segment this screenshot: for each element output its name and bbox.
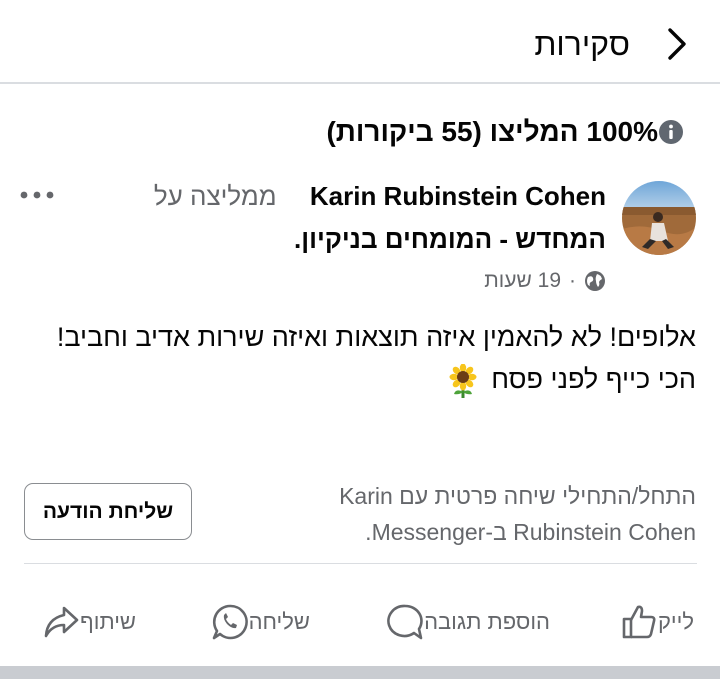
more-options-icon (20, 191, 54, 199)
post-time[interactable]: 19 שעות (484, 269, 561, 293)
comment-button[interactable]: הוספת תגובה (376, 596, 550, 648)
top-bar: סקירות (0, 0, 720, 84)
back-button[interactable] (662, 24, 692, 64)
messenger-prompt: התחל/התחילי שיחה פרטית עם Karin Rubinste… (276, 478, 696, 550)
send-label: שליחה (248, 609, 310, 634)
send-message-button[interactable]: שליחת הודעה (24, 483, 192, 540)
post-meta: 19 שעות · (484, 266, 606, 296)
like-button[interactable]: לייק (610, 596, 694, 648)
feed-separator (0, 666, 720, 679)
author-name[interactable]: Karin Rubinstein Cohen (310, 181, 606, 211)
page-title: סקירות (534, 26, 630, 62)
more-options-button[interactable] (18, 180, 60, 210)
info-icon[interactable] (658, 119, 684, 145)
post-text-line-2-text: הכי כייף לפני פסח (491, 364, 696, 394)
post-text-line-2: הכי כייף לפני פסח (36, 358, 696, 400)
globe-icon (585, 271, 605, 291)
meta-separator: · (569, 269, 576, 292)
share-label: שיתוף (80, 609, 136, 634)
recommended-page-link[interactable]: המחדש - המומחים בניקיון (301, 224, 606, 254)
messenger-prompt-line: התחל/התחילי שיחה פרטית עם Karin (339, 483, 696, 509)
recommendation-summary: 100% המליצו (55 ביקורות) (326, 112, 696, 152)
whatsapp-icon (212, 604, 248, 640)
post-text-line: אלופים! לא להאמין איזה תוצאות ואיזה שירו… (56, 322, 696, 352)
chevron-right-icon (668, 28, 686, 60)
post-actions-bar: לייק הוספת תגובה שליחה שיתוף (0, 596, 720, 648)
like-label: לייק (657, 609, 694, 634)
thumbs-up-icon (622, 605, 656, 639)
sunflower-emoji (449, 363, 477, 398)
avatar[interactable] (622, 181, 696, 255)
comment-label: הוספת תגובה (424, 609, 550, 634)
recommends-label: ממליצה על (153, 181, 277, 211)
recommended-page-line: המחדש - המומחים בניקיון. (294, 220, 606, 258)
share-button[interactable]: שיתוף (32, 596, 136, 648)
messenger-prompt-line-2: Rubinstein Cohen ב-Messenger. (365, 519, 696, 545)
share-icon (44, 606, 79, 638)
send-whatsapp-button[interactable]: שליחה (201, 596, 310, 648)
divider (24, 563, 697, 564)
post-author-line: Karin Rubinstein Cohen ממליצה על (106, 178, 606, 214)
post-text: אלופים! לא להאמין איזה תוצאות ואיזה שירו… (36, 316, 696, 400)
recommendation-title: 100% המליצו (55 ביקורות) (326, 116, 658, 147)
comment-icon (387, 604, 423, 640)
